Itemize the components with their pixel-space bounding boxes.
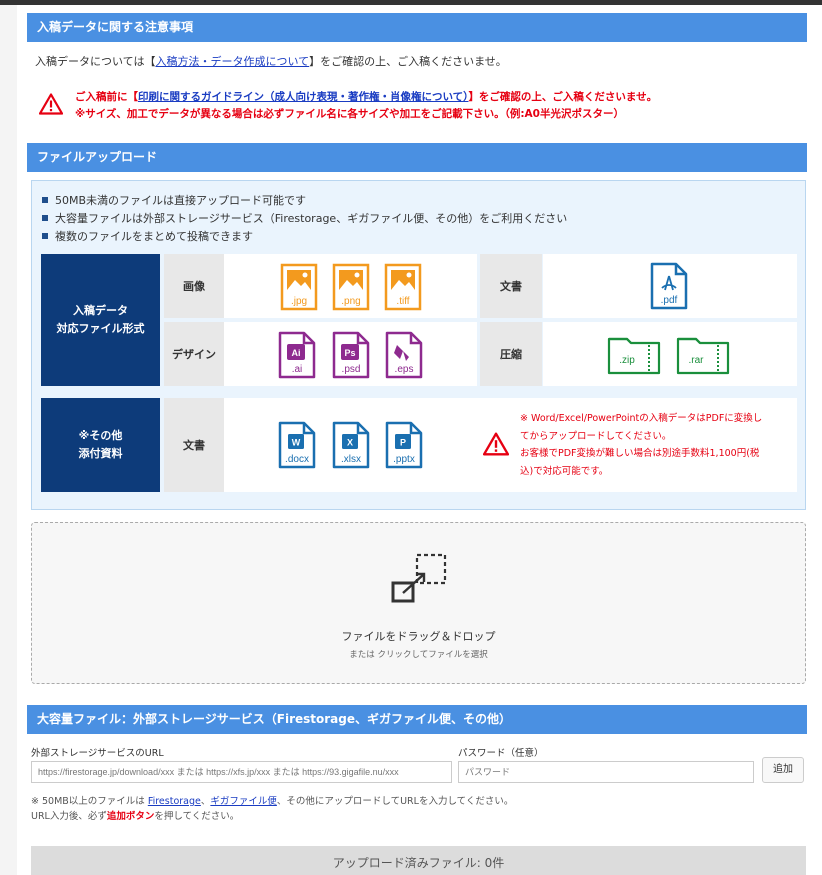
bullet-item: 複数のファイルをまとめて投稿できます <box>42 228 253 244</box>
external-note-2-strong: 追加ボタン <box>106 811 155 822</box>
external-note-1-sep: 、 <box>200 796 211 807</box>
office-note-line: てからアップロードしてください。 <box>520 430 672 442</box>
warning-line-1-post: 】をご確認の上、ご入稿くださいませ。 <box>468 91 658 103</box>
png-label: .png <box>341 296 360 307</box>
notice-line: 入稿データについては【入稿方法・データ作成について】をご確認の上、ご入稿ください… <box>35 53 507 69</box>
external-note-1: ※ 50MB以上のファイルは Firestorage、ギガファイル便、その他にア… <box>31 793 513 807</box>
other-label-line-2: 添付資料 <box>78 447 123 460</box>
office-formats-cell: W .docx X .xlsx P .pptx ※ Word/Excel/Pow… <box>224 398 797 492</box>
eps-file-icon: .eps <box>385 331 423 379</box>
design-formats-cell: Ai .ai Ps .psd .eps <box>224 322 477 386</box>
ai-file-icon: Ai .ai <box>278 331 316 379</box>
xlsx-file-icon: X .xlsx <box>332 421 370 469</box>
password-input[interactable]: パスワード <box>458 761 754 783</box>
row-label-design: デザイン <box>164 322 224 386</box>
image-formats-cell: .jpg .png .tiff <box>224 254 477 318</box>
bullet-item: 大容量ファイルは外部ストレージサービス（Firestorage、ギガファイル便、… <box>42 210 567 226</box>
external-storage-heading: 大容量ファイル：外部ストレージサービス（Firestorage、ギガファイル便、… <box>27 705 807 734</box>
pdf-label: .pdf <box>661 295 678 306</box>
file-drop-zone[interactable]: ファイルをドラッグ＆ドロップ または クリックしてファイルを選択 <box>31 522 806 684</box>
drop-subtitle: または クリックしてファイルを選択 <box>349 650 488 660</box>
row-label-other-document: 文書 <box>164 398 224 492</box>
formats-label-line-2: 対応ファイル形式 <box>56 322 145 335</box>
row-label-archive: 圧縮 <box>480 322 542 386</box>
pdf-file-icon: .pdf <box>650 262 688 310</box>
office-warning-icon <box>483 432 509 456</box>
other-label-cell: ※その他添付資料 <box>41 398 160 492</box>
jpg-file-icon: .jpg <box>280 263 318 311</box>
other-label-line-1: ※その他 <box>78 429 123 442</box>
external-note-1-post: 、その他にアップロードしてURLを入力してください。 <box>276 796 514 807</box>
external-note-1-pre: ※ 50MB以上のファイルは <box>31 796 148 807</box>
storage-url-input[interactable]: https://firestorage.jp/download/xxx または … <box>31 761 452 783</box>
ai-label: .ai <box>292 364 303 375</box>
ai-badge: Ai <box>292 348 301 358</box>
upload-heading: ファイルアップロード <box>27 143 807 172</box>
add-url-button[interactable]: 追加 <box>762 757 804 783</box>
psd-label: .psd <box>342 364 361 375</box>
notice-heading: 入稿データに関する注意事項 <box>27 13 807 42</box>
drag-drop-icon <box>391 553 447 603</box>
content-panel: 入稿データに関する注意事項 入稿データについては【入稿方法・データ作成について】… <box>17 5 822 875</box>
firestorage-link[interactable]: Firestorage <box>148 796 201 807</box>
drop-title: ファイルをドラッグ＆ドロップ <box>341 630 496 643</box>
data-guide-link[interactable]: 入稿方法・データ作成について <box>155 55 309 68</box>
office-note: ※ Word/Excel/PowerPointの入稿データはPDFに変換し てか… <box>520 410 762 480</box>
formats-label-line-1: 入稿データ <box>73 304 128 317</box>
tiff-file-icon: .tiff <box>384 263 422 311</box>
warning-icon <box>39 93 63 115</box>
notice-line-post: 】をご確認の上、ご入稿くださいませ。 <box>309 55 507 68</box>
pptx-badge: P <box>400 438 406 448</box>
guideline-link[interactable]: 印刷に関するガイドライン（成人向け表現・著作権・肖像権について） <box>138 91 468 103</box>
bullet-item: 50MB未満のファイルは直接アップロード可能です <box>42 192 306 208</box>
password-label: パスワード（任意） <box>458 748 544 759</box>
eps-label: .eps <box>395 364 414 375</box>
xlsx-badge: X <box>347 438 353 448</box>
docx-badge: W <box>292 438 301 448</box>
psd-file-icon: Ps .psd <box>332 331 370 379</box>
office-note-line: 込)で対応可能です。 <box>520 465 609 477</box>
rar-folder-icon: .rar <box>676 337 730 375</box>
external-note-2: URL入力後、必ず追加ボタンを押してください。 <box>31 808 239 822</box>
warning-line-2: ※サイズ、加工でデータが異なる場合は必ずファイル名に各サイズや加工をご記載下さい… <box>75 108 624 120</box>
warning-line-1: ご入稿前に【印刷に関するガイドライン（成人向け表現・著作権・肖像権について）】を… <box>75 89 657 104</box>
formats-label-cell: 入稿データ対応ファイル形式 <box>41 254 160 386</box>
xlsx-label: .xlsx <box>341 454 361 465</box>
gigafile-link[interactable]: ギガファイル便 <box>210 796 277 807</box>
zip-folder-icon: .zip <box>607 337 661 375</box>
jpg-label: .jpg <box>291 296 307 307</box>
docx-label: .docx <box>285 454 309 465</box>
pdf-format-cell: .pdf <box>543 254 797 318</box>
rar-label: .rar <box>689 355 705 366</box>
row-label-image: 画像 <box>164 254 224 318</box>
upload-info-box: 50MB未満のファイルは直接アップロード可能です 大容量ファイルは外部ストレージ… <box>31 180 806 510</box>
docx-file-icon: W .docx <box>278 421 316 469</box>
zip-label: .zip <box>619 355 635 366</box>
tiff-label: .tiff <box>396 296 409 307</box>
pptx-label: .pptx <box>393 454 415 465</box>
psd-badge: Ps <box>344 348 355 358</box>
pptx-file-icon: P .pptx <box>385 421 423 469</box>
office-note-line: お客様でPDF変換が難しい場合は別途手数料1,100円(税 <box>520 448 760 459</box>
external-note-2-post: を押してください。 <box>154 811 240 822</box>
archive-formats-cell: .zip .rar <box>543 322 797 386</box>
uploaded-files-bar: アップロード済みファイル: 0件 <box>31 846 806 875</box>
url-label: 外部ストレージサービスのURL <box>31 748 164 759</box>
external-note-2-pre: URL入力後、必ず <box>31 811 107 822</box>
notice-line-pre: 入稿データについては【 <box>35 55 156 68</box>
office-note-line: ※ Word/Excel/PowerPointの入稿データはPDFに変換し <box>520 413 763 424</box>
warning-line-1-pre: ご入稿前に【 <box>75 91 138 103</box>
row-label-document: 文書 <box>480 254 542 318</box>
png-file-icon: .png <box>332 263 370 311</box>
